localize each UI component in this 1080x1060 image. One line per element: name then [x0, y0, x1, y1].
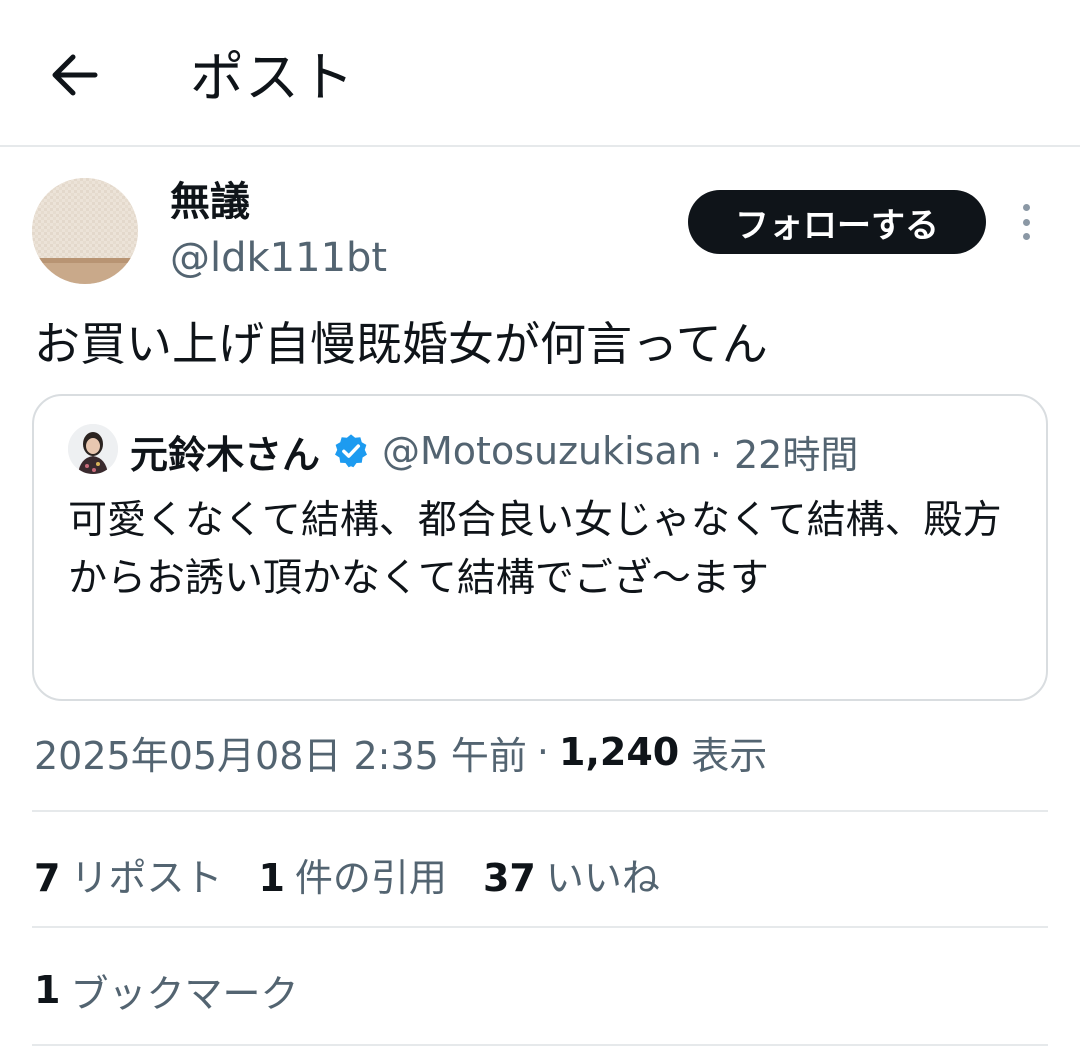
- author-handle[interactable]: @ldk111bt: [170, 232, 387, 284]
- more-dot: [1022, 218, 1030, 226]
- meta-separator: ·: [536, 730, 549, 774]
- quote-label: 件の引用: [294, 855, 447, 900]
- author-avatar[interactable]: [32, 178, 138, 284]
- quoted-handle: @Motosuzukisan: [382, 429, 702, 473]
- divider: [32, 1044, 1048, 1046]
- divider: [32, 810, 1048, 812]
- verified-badge-icon: [332, 432, 370, 470]
- quotes-stat[interactable]: 1 件の引用: [258, 847, 446, 902]
- quoted-time: · 22時間: [709, 432, 859, 477]
- post-text: お買い上げ自慢既婚女が何言ってん: [34, 317, 768, 371]
- bookmarks-stat[interactable]: 1 ブックマーク: [34, 962, 298, 1018]
- quoted-header: 元鈴木さん @Motosuzukisan · 22時間: [130, 426, 859, 477]
- quoted-text: 可愛くなくて結構、都合良い女じゃなくて結構、殿方からお誘い頂かなくて結構でござ〜…: [68, 498, 1002, 601]
- arrow-left-icon: [52, 54, 98, 96]
- engagement-stats: 7 リポスト 1 件の引用 37 いいね: [34, 846, 696, 902]
- follow-button[interactable]: フォローする: [688, 190, 986, 254]
- quoted-author-avatar[interactable]: [68, 424, 118, 474]
- post-timestamp[interactable]: 2025年05月08日 2:35 午前: [34, 725, 527, 780]
- more-dot: [1022, 204, 1030, 211]
- post-meta: 2025年05月08日 2:35 午前 · 1,240 表示: [34, 724, 767, 780]
- like-count: 37: [482, 855, 536, 900]
- repost-count: 7: [34, 855, 61, 900]
- author-display-name[interactable]: 無議: [170, 176, 250, 228]
- quoted-display-name: 元鈴木さん: [130, 432, 321, 477]
- bookmark-count: 1: [34, 968, 61, 1012]
- like-label: いいね: [545, 855, 660, 900]
- bookmark-label: ブックマーク: [70, 971, 299, 1016]
- likes-stat[interactable]: 37 いいね: [483, 847, 660, 902]
- divider: [32, 926, 1048, 928]
- reposts-stat[interactable]: 7 リポスト: [34, 847, 222, 902]
- view-label: 表示: [691, 733, 768, 778]
- top-bar: ポスト: [0, 0, 1080, 147]
- more-options-button[interactable]: [1006, 198, 1046, 246]
- more-dot: [1022, 233, 1030, 240]
- quote-count: 1: [258, 855, 285, 900]
- repost-label: リポスト: [70, 855, 223, 900]
- page-title: ポスト: [190, 46, 355, 109]
- back-button[interactable]: [40, 40, 110, 110]
- view-count: 1,240: [559, 730, 680, 774]
- quoted-post[interactable]: 元鈴木さん @Motosuzukisan · 22時間 可愛くなくて結構、都合良…: [32, 394, 1048, 701]
